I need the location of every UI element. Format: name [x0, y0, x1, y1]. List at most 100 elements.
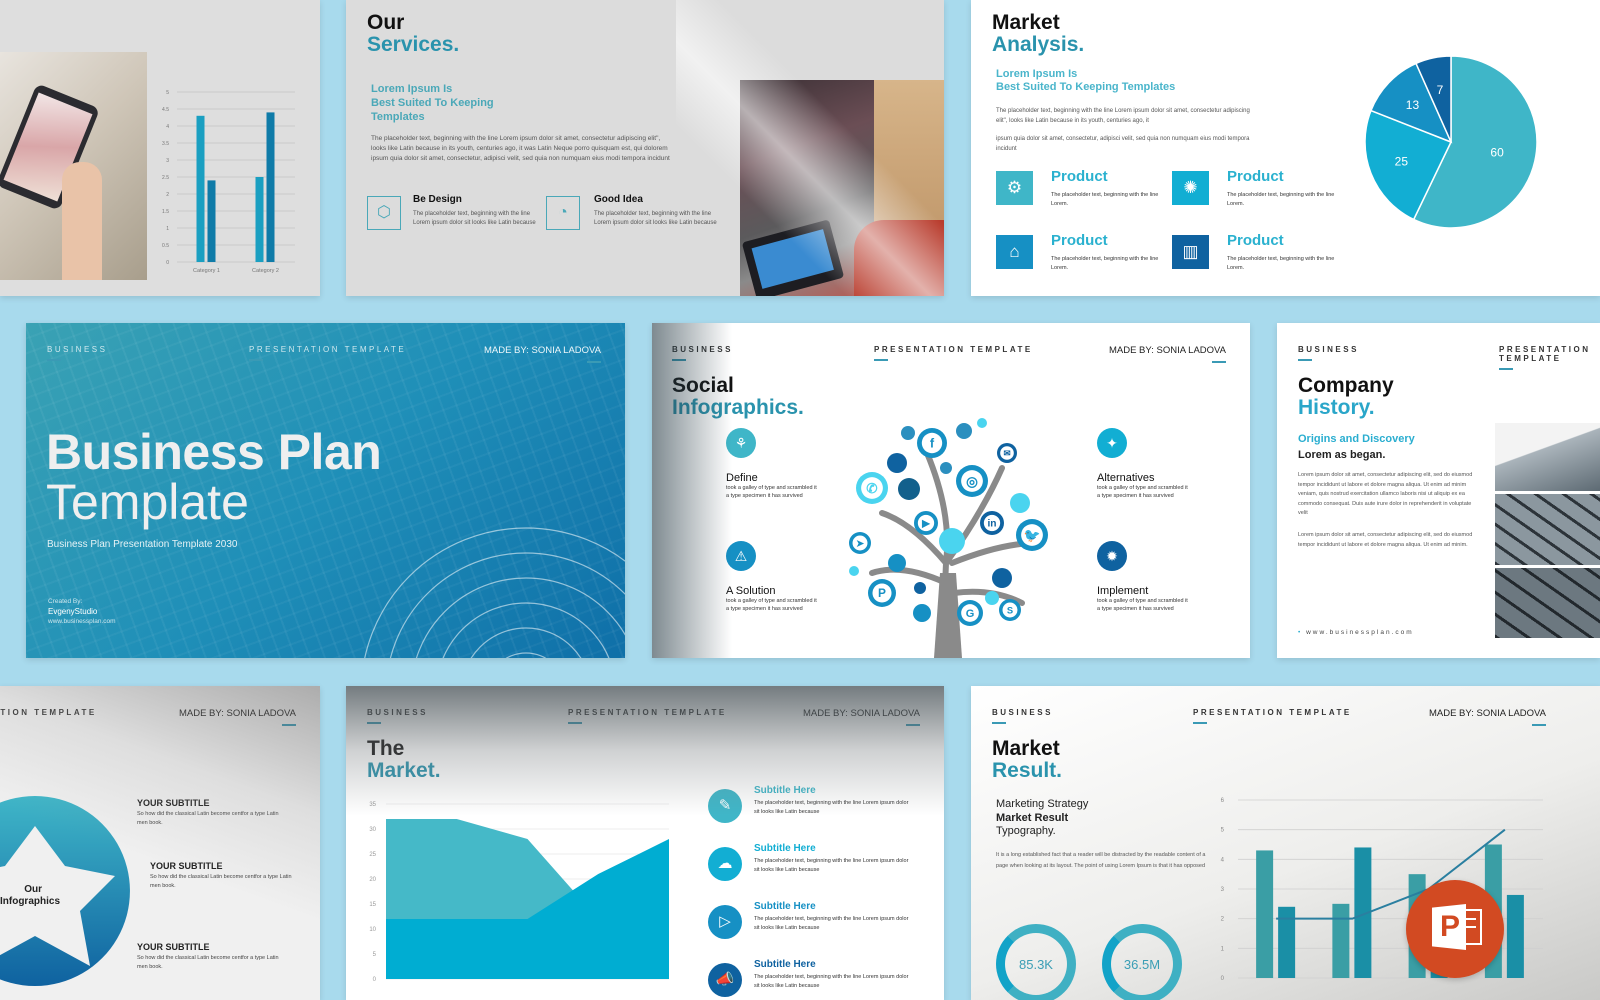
- market-header-made-by: MADE BY: SONIA LADOVA: [803, 708, 920, 726]
- bar: [1278, 906, 1296, 978]
- slide-market-result[interactable]: BUSINESS PRESENTATION TEMPLATE MADE BY: …: [971, 686, 1600, 1000]
- cover-subtitle: Business Plan Presentation Template 2030: [47, 539, 238, 550]
- market-item-title: Subtitle Here: [754, 959, 816, 970]
- area-chart: 0 5 10 15 20 25 30 35: [369, 802, 669, 983]
- slide-bar-chart[interactable]: 0 0.5 1 1.5 2 2.5 3 3.5 4 4.5 5 Category 1 Category …: [0, 0, 320, 296]
- market-item-title: Subtitle Here: [754, 785, 816, 796]
- slide-the-market[interactable]: BUSINESS PRESENTATION TEMPLATE MADE BY: …: [346, 686, 944, 1000]
- cover-studio: EvgenyStudio: [48, 607, 98, 616]
- play-icon: ▷: [708, 905, 742, 939]
- social-network-icon: ➤: [856, 538, 864, 548]
- cover-header-business: BUSINESS: [47, 345, 107, 361]
- result-title-1: Market: [992, 737, 1060, 760]
- cover-header-made-by: MADE BY: SONIA LADOVA: [484, 345, 601, 363]
- y-tick-label: 1: [1221, 946, 1225, 952]
- slide-cover[interactable]: BUSINESS PRESENTATION TEMPLATE MADE BY: …: [26, 323, 625, 658]
- result-sub-line: Marketing Strategy: [996, 798, 1089, 810]
- bar: [266, 112, 275, 263]
- edit-icon: ✎: [708, 789, 742, 823]
- social-item: ⚠ A Solution took a galley of type and s…: [726, 541, 826, 613]
- infographic-item-text: So how did the classical Latin become ce…: [137, 811, 279, 826]
- history-title-1: Company: [1298, 374, 1394, 397]
- feature-title: Be Design: [413, 194, 462, 205]
- slide-social-infographics[interactable]: BUSINESS PRESENTATION TEMPLATE MADE BY: …: [652, 323, 1250, 658]
- slide-company-history[interactable]: BUSINESS PRESENTATION TEMPLATE Company H…: [1277, 323, 1600, 658]
- social-network-icon: ✆: [866, 481, 878, 496]
- pie-label: 25: [1395, 154, 1409, 168]
- product-title: Product: [1051, 168, 1108, 185]
- services-subtitle-line: Lorem Ipsum Is: [371, 83, 453, 95]
- social-item-title: Implement: [1097, 585, 1149, 597]
- gear-icon: ⚙: [996, 171, 1033, 205]
- cover-title-light: Template: [46, 474, 249, 530]
- social-bubble: [849, 566, 859, 576]
- pie-icon: ◔: [546, 196, 580, 230]
- warning-icon: ⚠: [726, 541, 756, 571]
- slide-our-services[interactable]: Our Services. Lorem Ipsum Is Best Suited…: [346, 0, 944, 296]
- market-item-text: The placeholder text, beginning with the…: [754, 916, 909, 931]
- infographic-item: YOUR SUBTITLE So how did the classical L…: [137, 942, 287, 972]
- social-network-icon: 🐦: [1024, 528, 1041, 543]
- product-title: Product: [1051, 232, 1108, 249]
- infographic-item: YOUR SUBTITLE So how did the classical L…: [150, 861, 300, 891]
- product-item: ⌂ Product The placeholder text, beginnin…: [996, 232, 1166, 275]
- market-item-text: The placeholder text, beginning with the…: [754, 974, 909, 989]
- y-tick-label: 30: [369, 827, 376, 833]
- product-item: ⚙ Product The placeholder text, beginnin…: [996, 168, 1166, 211]
- social-item: ⚘ Define took a galley of type and scram…: [726, 428, 826, 500]
- market-item-text: The placeholder text, beginning with the…: [754, 800, 909, 815]
- slide-market-analysis[interactable]: Market Analysis. Lorem Ipsum Is Best Sui…: [971, 0, 1600, 296]
- analysis-subtitle-line: Lorem Ipsum Is: [996, 68, 1078, 80]
- history-body-1: Lorem ipsum dolor sit amet, consectetur …: [1298, 472, 1473, 516]
- social-item-text: took a galley of type and scrambled it a…: [726, 485, 817, 499]
- social-bubble: [888, 554, 906, 572]
- social-bubble: [940, 462, 952, 474]
- history-subtitle: Origins and Discovery: [1298, 433, 1415, 445]
- history-header-business: BUSINESS: [1298, 345, 1359, 361]
- social-item-text: took a galley of type and scrambled it a…: [1097, 485, 1188, 499]
- y-tick-label: 2: [1221, 917, 1225, 923]
- y-tick-label: 4: [1221, 857, 1225, 863]
- social-bubble: [985, 591, 999, 605]
- social-bubble: [977, 418, 987, 428]
- social-tree-graphic: f◎✉✆▶ in🐦➤PSG: [849, 418, 1048, 658]
- powerpoint-icon: P: [1406, 880, 1504, 978]
- social-header-presentation: PRESENTATION TEMPLATE: [874, 345, 1033, 361]
- bar: [1332, 903, 1350, 978]
- social-title-1: Social: [672, 374, 734, 397]
- social-header-business: BUSINESS: [672, 345, 733, 361]
- stat-ring-1: 85.3K: [996, 924, 1076, 1000]
- infographics-header-presentation: PRESENTATION TEMPLATE: [0, 708, 97, 724]
- center-label-line: Our: [24, 884, 42, 895]
- result-header-presentation: PRESENTATION TEMPLATE: [1193, 708, 1352, 724]
- infographics-center-label: Our Infographics: [0, 884, 60, 908]
- social-item: ✹ Implement took a galley of type and sc…: [1097, 541, 1197, 613]
- services-subtitle-line: Best Suited To Keeping: [371, 97, 494, 109]
- y-tick-label: 5: [166, 90, 169, 96]
- social-bubble: [914, 582, 926, 594]
- concentric-circles-decoration: [364, 527, 625, 658]
- product-title: Product: [1227, 232, 1284, 249]
- result-title-2: Result.: [992, 759, 1063, 782]
- infographic-item-text: So how did the classical Latin become ce…: [137, 955, 279, 970]
- phone-photo: [0, 52, 147, 280]
- building-photo: [1495, 423, 1600, 638]
- stat-ring-2: 36.5M: [1102, 924, 1182, 1000]
- y-tick-label: 15: [369, 902, 376, 908]
- y-tick-label: 0: [1221, 976, 1225, 982]
- infographic-item-title: YOUR SUBTITLE: [150, 861, 223, 871]
- bar-line-chart: 0 1 2 3 4 5 6: [1221, 798, 1543, 982]
- bar: [196, 115, 205, 262]
- social-network-icon: S: [1007, 605, 1013, 615]
- market-header-presentation: PRESENTATION TEMPLATE: [568, 708, 727, 724]
- y-tick-label: 0: [166, 260, 169, 266]
- y-tick-label: 0.5: [162, 243, 169, 249]
- social-bubble: [1010, 493, 1030, 513]
- bar: [1256, 850, 1274, 978]
- social-network-icon: G: [966, 608, 975, 620]
- market-header-business: BUSINESS: [367, 708, 428, 724]
- stat-value: 36.5M: [1123, 956, 1161, 972]
- history-header-presentation: PRESENTATION TEMPLATE: [1499, 345, 1600, 370]
- header-text: PRESENTATION TEMPLATE: [0, 708, 97, 717]
- slide-our-infographics[interactable]: PRESENTATION TEMPLATE MADE BY: SONIA LAD…: [0, 686, 320, 1000]
